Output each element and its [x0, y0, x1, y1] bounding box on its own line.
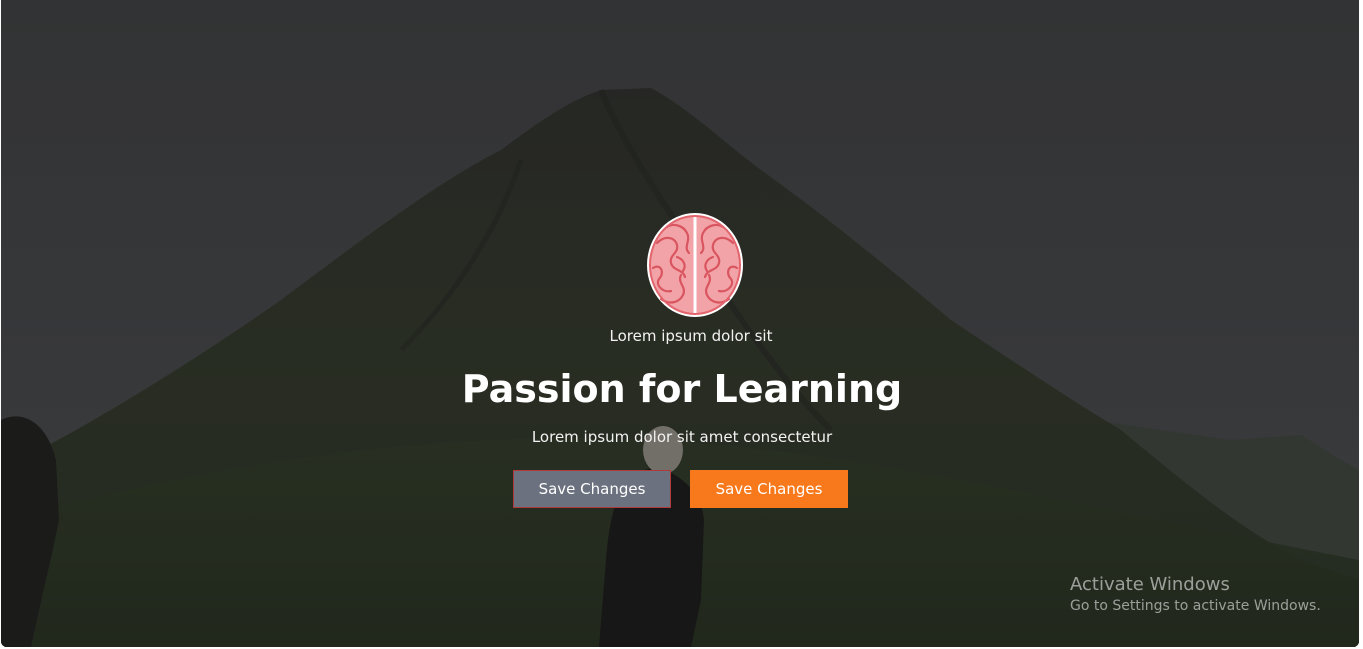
watermark-subtitle: Go to Settings to activate Windows.: [1070, 598, 1321, 614]
save-changes-primary-button[interactable]: Save Changes: [690, 470, 848, 508]
save-changes-secondary-button[interactable]: Save Changes: [513, 470, 671, 508]
hero-subtitle: Lorem ipsum dolor sit amet consectetur: [531, 428, 833, 446]
brain-icon: [647, 213, 743, 317]
hero-title: Passion for Learning: [461, 367, 903, 411]
hero-section: Lorem ipsum dolor sit Passion for Learni…: [1, 0, 1359, 647]
activate-windows-watermark: Activate Windows Go to Settings to activ…: [1070, 574, 1321, 616]
hero-content: Lorem ipsum dolor sit Passion for Learni…: [1, 0, 1359, 647]
hero-eyebrow-text: Lorem ipsum dolor sit: [609, 327, 773, 345]
watermark-title: Activate Windows: [1070, 574, 1230, 595]
